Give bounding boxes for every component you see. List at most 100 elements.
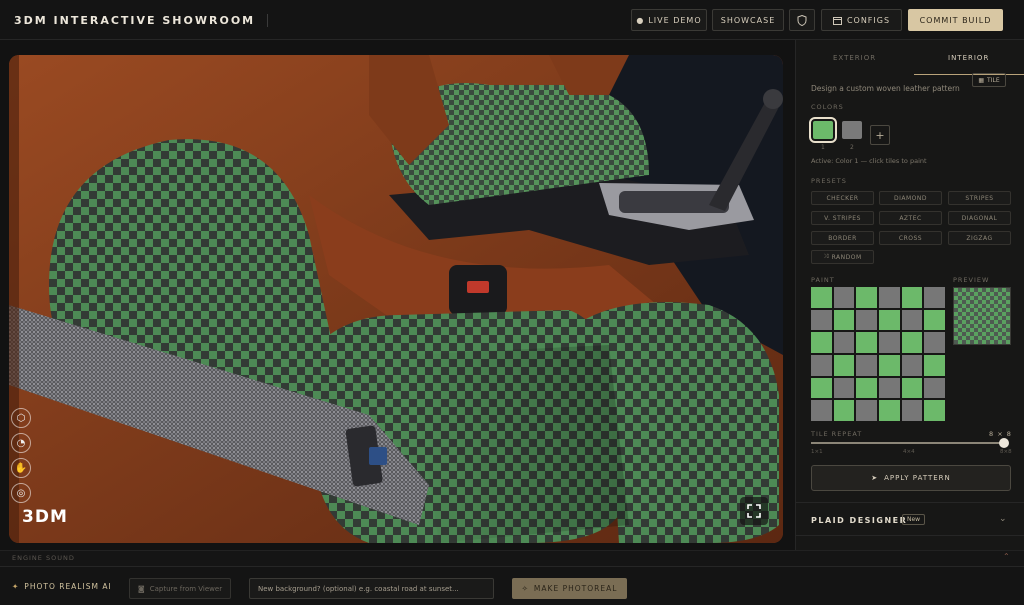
paint-tile[interactable]	[833, 287, 855, 308]
paint-tile[interactable]	[901, 309, 923, 331]
paint-tile[interactable]	[856, 332, 877, 353]
paint-tile[interactable]	[924, 400, 945, 421]
fullscreen-icon	[747, 504, 761, 518]
paint-tile[interactable]	[856, 400, 877, 421]
paint-tile[interactable]	[833, 309, 855, 331]
showcase-button[interactable]: SHOWCASE	[712, 9, 784, 31]
tile-repeat-label: TILE REPEAT	[811, 430, 863, 438]
paint-label: PAINT	[811, 276, 835, 284]
config-panel: EXTERIOR INTERIOR Design a custom woven …	[795, 40, 1024, 550]
preset-cross[interactable]: CROSS	[879, 231, 942, 245]
preset-diamond[interactable]: DIAMOND	[879, 191, 942, 205]
preset-stripes[interactable]: STRIPES	[948, 191, 1011, 205]
add-color-button[interactable]: +	[870, 125, 890, 145]
paint-tile[interactable]	[811, 377, 832, 399]
seat-icon[interactable]: ◔	[11, 433, 31, 453]
tile-toggle[interactable]: ▦ TILE	[972, 73, 1006, 87]
make-photoreal-label: MAKE PHOTOREAL	[533, 584, 618, 593]
paint-tile[interactable]	[833, 400, 855, 421]
tab-interior[interactable]: INTERIOR	[948, 54, 989, 62]
tile-repeat-track[interactable]	[811, 442, 1004, 444]
paint-tile[interactable]	[878, 377, 900, 399]
car-interior-render	[9, 55, 783, 543]
paint-tile[interactable]	[901, 354, 923, 376]
paint-tile[interactable]	[856, 377, 877, 399]
paint-tile[interactable]	[811, 309, 832, 331]
chevron-up-icon[interactable]: ⌃	[1003, 552, 1010, 561]
plaid-designer-section[interactable]: PLAID DESIGNER New ⌄	[796, 502, 1024, 536]
paint-tile[interactable]	[901, 377, 923, 399]
hand-icon[interactable]: ✋	[11, 458, 31, 478]
preset-zigzag[interactable]: ZIGZAG	[948, 231, 1011, 245]
tab-exterior[interactable]: EXTERIOR	[833, 54, 876, 62]
live-demo-button[interactable]: ● LIVE DEMO	[631, 9, 707, 31]
paint-tile[interactable]	[878, 332, 900, 353]
panel-tabs: EXTERIOR INTERIOR	[796, 40, 1024, 76]
shield-icon	[797, 14, 807, 26]
paint-tile[interactable]	[878, 287, 900, 308]
pattern-subtitle: Design a custom woven leather pattern	[811, 84, 960, 93]
commit-build-button[interactable]: COMMIT BUILD	[908, 9, 1003, 31]
paint-tile[interactable]	[811, 332, 832, 353]
configs-label: CONFIGS	[846, 15, 891, 25]
preset-random[interactable]: ⤨ RANDOM	[811, 250, 874, 264]
tile-repeat-value: 8 × 8	[989, 430, 1012, 438]
paint-tile[interactable]	[856, 354, 877, 376]
shield-button[interactable]	[789, 9, 815, 31]
tree-icon[interactable]: ⬡	[11, 408, 31, 428]
preset-border[interactable]: BORDER	[811, 231, 874, 245]
tick-min: 1×1	[811, 449, 823, 455]
paint-tile[interactable]	[833, 332, 855, 353]
fullscreen-button[interactable]	[740, 497, 768, 525]
capture-from-viewer-button[interactable]: ◙ Capture from Viewer	[129, 578, 231, 599]
paint-tile[interactable]	[811, 400, 832, 421]
paint-tile[interactable]	[924, 332, 945, 353]
paint-tile[interactable]	[833, 377, 855, 399]
live-demo-label: LIVE DEMO	[648, 15, 702, 25]
paint-tile[interactable]	[811, 354, 832, 376]
paint-tile[interactable]	[856, 287, 877, 308]
paint-tile[interactable]	[924, 354, 945, 376]
active-tab-indicator	[914, 74, 1024, 75]
colors-label: COLORS	[811, 103, 844, 111]
preset-random-label: RANDOM	[831, 253, 862, 261]
paint-tile[interactable]	[924, 287, 945, 308]
paint-tile[interactable]	[811, 287, 832, 308]
color-swatch-2[interactable]	[842, 121, 862, 139]
paint-grid[interactable]	[811, 287, 945, 421]
paint-tile[interactable]	[878, 354, 900, 376]
preview-label: PREVIEW	[953, 276, 990, 284]
viewer-logo: 3DM	[22, 507, 68, 527]
tile-repeat-thumb[interactable]	[999, 438, 1009, 448]
paint-tile[interactable]	[856, 309, 877, 331]
tick-max: 8×8	[1000, 449, 1012, 455]
plaid-designer-title: PLAID DESIGNER	[811, 516, 908, 525]
paint-tile[interactable]	[924, 377, 945, 399]
3d-viewer[interactable]: ⬡ ◔ ✋ ◎ 3DM	[9, 55, 783, 543]
pattern-preview	[953, 287, 1011, 345]
paint-tile[interactable]	[901, 400, 923, 421]
paint-tile[interactable]	[833, 354, 855, 376]
preset-checker[interactable]: CHECKER	[811, 191, 874, 205]
background-prompt-input[interactable]	[249, 578, 494, 599]
chevron-down-icon[interactable]: ⌄	[999, 514, 1007, 524]
preset-aztec[interactable]: AZTEC	[879, 211, 942, 225]
apply-pattern-button[interactable]: ➤ APPLY PATTERN	[811, 465, 1011, 491]
paint-tile[interactable]	[924, 309, 945, 331]
color-swatch-1[interactable]	[809, 117, 837, 143]
preset-v-stripes[interactable]: V. STRIPES	[811, 211, 874, 225]
app-header: 3DM INTERACTIVE SHOWROOM ● LIVE DEMO SHO…	[0, 0, 1024, 40]
live-dot-icon: ●	[636, 15, 645, 25]
paint-tile[interactable]	[878, 309, 900, 331]
presets-label: PRESETS	[811, 177, 847, 185]
steering-icon[interactable]: ◎	[11, 483, 31, 503]
configs-button[interactable]: CONFIGS	[821, 9, 902, 31]
engine-sound-bar[interactable]: ENGINE SOUND ⌃	[0, 550, 1024, 566]
paint-tile[interactable]	[901, 332, 923, 353]
make-photoreal-button[interactable]: ✧ MAKE PHOTOREAL	[512, 578, 627, 599]
preset-diagonal[interactable]: DIAGONAL	[948, 211, 1011, 225]
new-badge: New	[902, 514, 926, 525]
paint-tile[interactable]	[878, 400, 900, 421]
paint-tile[interactable]	[901, 287, 923, 308]
preview-weave	[954, 288, 1010, 344]
